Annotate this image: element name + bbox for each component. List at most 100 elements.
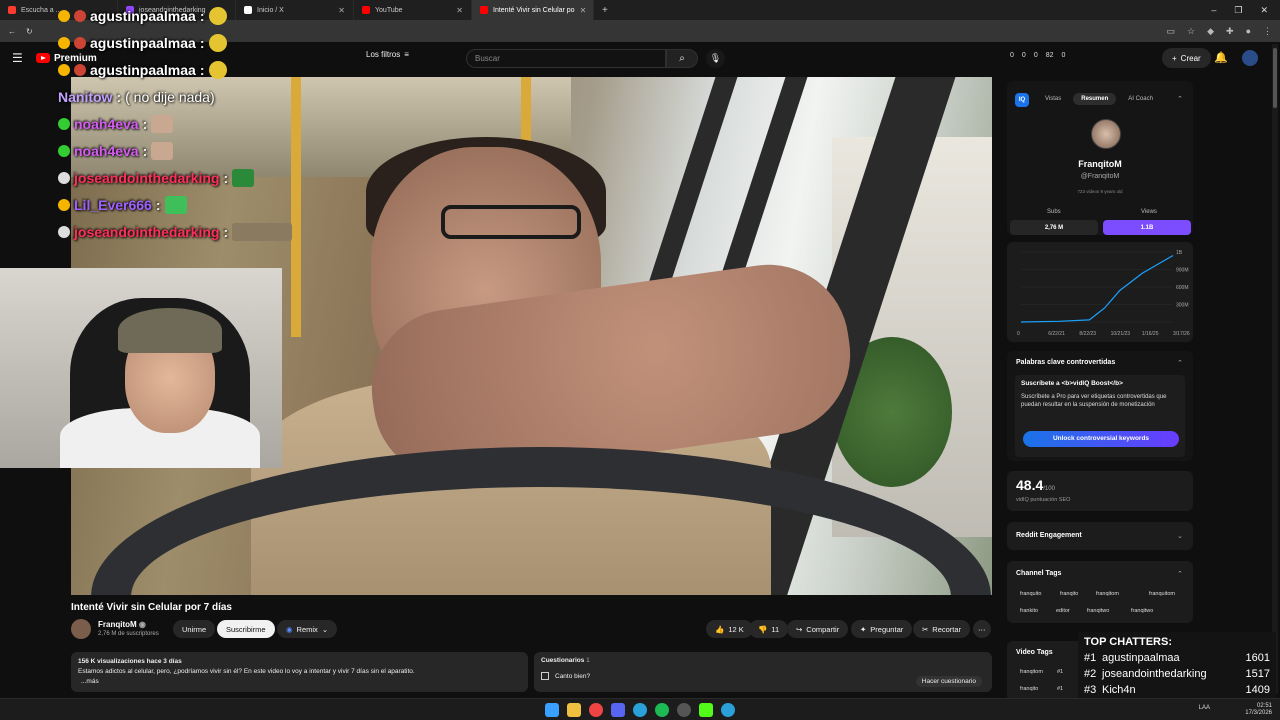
chat-username: noah4eva xyxy=(74,142,139,159)
channel-name[interactable]: FranqitoM ◉ xyxy=(98,620,146,629)
video-tag[interactable]: franqitom xyxy=(1020,669,1043,675)
join-button[interactable]: Unirme xyxy=(173,620,216,638)
create-button[interactable]: + Crear xyxy=(1162,48,1211,68)
back-icon[interactable]: ← xyxy=(8,27,16,36)
channel-tag[interactable]: franqitwo xyxy=(1087,608,1109,614)
tab-ai-coach[interactable]: AI Coach xyxy=(1120,93,1161,105)
search-input[interactable]: Buscar xyxy=(466,49,666,68)
channel-tag[interactable]: franqito xyxy=(1060,591,1078,597)
kick-icon[interactable] xyxy=(699,703,713,717)
emote-icon xyxy=(208,6,227,25)
chart-x-tick: 6/22/21 xyxy=(1048,331,1065,337)
reload-icon[interactable]: ↻ xyxy=(26,27,33,36)
chat-text: ( no dije nada) xyxy=(125,88,215,105)
mic-icon: 🎙 xyxy=(709,53,722,63)
channel-tag[interactable]: franqitom xyxy=(1096,591,1119,597)
subscribe-button[interactable]: Suscribirme xyxy=(217,620,275,638)
channel-tag[interactable]: franquitom xyxy=(1149,591,1175,597)
maximize-icon[interactable]: ❐ xyxy=(1234,5,1242,16)
take-quiz-button[interactable]: Hacer cuestionario xyxy=(915,676,982,687)
chatter-row: #3 Kich4n 1409 xyxy=(1084,682,1270,698)
close-tab-icon[interactable]: ✕ xyxy=(580,6,587,15)
telegram-icon[interactable] xyxy=(633,703,647,717)
video-tag-rank: #1 xyxy=(1057,686,1064,692)
channel-tag[interactable]: frankito xyxy=(1020,608,1038,614)
account-avatar[interactable] xyxy=(1242,50,1258,66)
emote-icon xyxy=(208,60,227,79)
page-scrollbar[interactable] xyxy=(1272,44,1278,694)
description-box[interactable]: 156 K visualizaciones hace 3 días Estamo… xyxy=(71,652,528,692)
unlock-keywords-button[interactable]: Unlock controversial keywords xyxy=(1023,431,1179,447)
dislike-count: 11 xyxy=(771,624,780,634)
extension-icon[interactable]: ◆ xyxy=(1207,26,1214,37)
scrollbar-thumb[interactable] xyxy=(1273,48,1277,108)
more-actions-button[interactable]: ⋯ xyxy=(973,620,991,638)
views-value[interactable]: 1.1B xyxy=(1103,220,1191,235)
discord-icon[interactable] xyxy=(611,703,625,717)
tab-summary[interactable]: Resumen xyxy=(1073,93,1117,105)
chat-colon: : xyxy=(142,142,148,159)
close-tab-icon[interactable]: ✕ xyxy=(456,6,463,15)
close-window-icon[interactable]: ✕ xyxy=(1260,5,1268,16)
bits-badge-icon xyxy=(74,36,86,49)
search-button[interactable]: ⌕ xyxy=(666,49,698,68)
start-menu-icon[interactable] xyxy=(545,703,559,717)
bookmark-icon[interactable]: ☆ xyxy=(1187,26,1195,37)
remix-button[interactable]: ◉ Remix ⌄ xyxy=(277,620,338,638)
chevron-down-icon: ⌄ xyxy=(321,624,329,634)
filters-button[interactable]: Los filtros ≡ xyxy=(366,50,409,59)
remix-label: Remix xyxy=(296,624,318,634)
share-button[interactable]: ↪ Compartir xyxy=(787,620,849,638)
cast-icon[interactable]: ▭ xyxy=(1167,26,1176,37)
chat-colon: : xyxy=(142,115,148,132)
channel-tag[interactable]: franquito xyxy=(1020,591,1041,597)
chat-colon: : xyxy=(155,196,161,213)
sparkle-icon: ✦ xyxy=(860,624,867,634)
video-tag[interactable]: franqito xyxy=(1020,686,1038,692)
clip-button[interactable]: ✂ Recortar xyxy=(913,620,971,638)
browser-icon[interactable] xyxy=(721,703,735,717)
ask-button[interactable]: ✦ Preguntar xyxy=(851,620,913,638)
more-icon[interactable]: ⋮ xyxy=(1263,26,1272,37)
dislike-button[interactable]: 👎 11 xyxy=(749,620,789,638)
voice-search-button[interactable]: 🎙 xyxy=(706,49,725,68)
language-indicator[interactable]: LAA xyxy=(1199,705,1210,712)
channel-avatar[interactable] xyxy=(71,619,91,639)
obs-icon[interactable] xyxy=(677,703,691,717)
browser-tab-active[interactable]: Intenté Vivir sin Celular po ✕ xyxy=(472,0,594,20)
show-more-link[interactable]: ...más xyxy=(78,677,521,687)
search-icon: ⌕ xyxy=(679,53,685,64)
system-tray[interactable]: LAA 02:51 17/3/2026 xyxy=(1199,703,1272,717)
chart-y-tick: 300M xyxy=(1176,303,1189,309)
channel-tag[interactable]: franqitwo xyxy=(1131,608,1153,614)
puzzle-icon[interactable]: ✚ xyxy=(1226,26,1234,37)
chart-x-tick: 1/16/25 xyxy=(1142,331,1159,337)
stat-value: 0 xyxy=(1061,52,1066,59)
like-button[interactable]: 👍 12 K xyxy=(706,620,753,638)
chat-colon: : xyxy=(223,169,229,186)
minimize-icon[interactable]: – xyxy=(1211,5,1216,16)
chrome-icon[interactable] xyxy=(589,703,603,717)
subs-value[interactable]: 2,76 M xyxy=(1010,220,1098,235)
new-tab-icon[interactable]: + xyxy=(602,5,608,16)
collapse-chevron-icon[interactable]: ⌃ xyxy=(1177,359,1183,367)
browser-tab[interactable]: YouTube ✕ xyxy=(354,0,472,20)
collapse-chevron-icon[interactable]: ⌃ xyxy=(1177,95,1183,103)
sub-badge-icon xyxy=(58,198,70,211)
tab-views[interactable]: Vistas xyxy=(1037,93,1069,105)
collapse-chevron-icon[interactable]: ⌃ xyxy=(1177,570,1183,578)
spotify-icon[interactable] xyxy=(655,703,669,717)
notifications-bell-icon[interactable]: 🔔 xyxy=(1214,51,1228,64)
profile-icon[interactable]: ● xyxy=(1246,26,1251,37)
channel-tag[interactable]: editor xyxy=(1056,608,1070,614)
quiz-count: 1 xyxy=(586,657,590,664)
vidiq-channel-avatar xyxy=(1091,119,1121,149)
file-explorer-icon[interactable] xyxy=(567,703,581,717)
emote-icon xyxy=(232,222,293,241)
hamburger-menu-icon[interactable]: ☰ xyxy=(12,51,24,65)
reddit-card[interactable]: Reddit Engagement ⌄ xyxy=(1007,522,1193,550)
chat-username: joseandointhedarking xyxy=(74,223,220,240)
like-count: 12 K xyxy=(728,624,744,634)
tab-favicon-icon xyxy=(8,6,16,14)
clip-label: Recortar xyxy=(932,624,962,634)
